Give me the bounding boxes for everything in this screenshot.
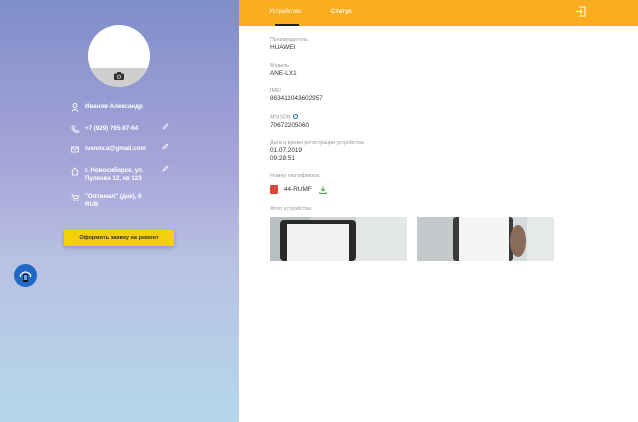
certificate-label: Номер сертификата — [270, 173, 320, 179]
photos-label-wrap: Фото устройства — [270, 206, 311, 213]
imei-value: 863411043602957 — [270, 95, 323, 102]
download-icon[interactable] — [319, 186, 327, 194]
tab-status[interactable]: Статус — [331, 8, 352, 15]
logout-icon[interactable] — [575, 6, 586, 17]
certificate-number[interactable]: 44-RUMF — [284, 186, 312, 193]
user-icon — [71, 103, 79, 112]
app-root: Иванов Александр +7 (929) 765-87-64 ivan… — [0, 0, 638, 422]
profile-shop: "Оптимал" (днк), 6 RUB — [85, 193, 142, 208]
device-photo[interactable] — [270, 217, 407, 261]
phone-icon — [71, 125, 79, 134]
profile-sidebar: Иванов Александр +7 (929) 765-87-64 ivan… — [0, 0, 239, 422]
info-icon[interactable] — [292, 114, 298, 119]
pencil-icon[interactable] — [162, 143, 169, 150]
mail-icon — [71, 146, 79, 153]
photos-label: Фото устройства — [270, 206, 311, 212]
imei-label: IMEI — [270, 88, 281, 94]
registration-time: 09:28:51 — [270, 155, 295, 162]
camera-icon[interactable] — [114, 72, 124, 80]
profile-email: ivanov.a@gmail.com — [85, 145, 146, 152]
registration-label: Дата и время регистрации устройства — [270, 140, 364, 146]
top-nav-bar: Устройство Статус — [239, 0, 638, 26]
profile-address: г. Новосибирск, ул. Пулкова 12, кв 123 — [85, 167, 144, 182]
home-icon — [71, 167, 79, 176]
pencil-icon[interactable] — [162, 165, 169, 172]
msisdn-label-row: MSISDN — [270, 114, 309, 122]
device-photo[interactable] — [417, 217, 554, 261]
registration-date: 01.07.2019 — [270, 147, 302, 154]
avatar-upload-bar[interactable] — [88, 68, 150, 87]
tab-device[interactable]: Устройство — [269, 8, 301, 15]
msisdn-label: MSISDN — [270, 114, 291, 121]
avatar[interactable] — [88, 25, 150, 87]
model-field: Модель ANE-LX1 — [270, 63, 297, 78]
imei-field: IMEI 863411043602957 — [270, 88, 323, 103]
device-photo-image — [417, 217, 554, 261]
registration-field: Дата и время регистрации устройства 01.0… — [270, 140, 364, 163]
support-chat-button[interactable] — [14, 264, 37, 287]
support-icon — [19, 271, 32, 282]
profile-shop-row: "Оптимал" (днк), 6 RUB — [0, 193, 239, 208]
manufacturer-label: Производитель — [270, 37, 308, 43]
model-label: Модель — [270, 63, 290, 69]
device-photo-image — [270, 217, 407, 261]
pencil-icon[interactable] — [162, 123, 169, 130]
manufacturer-field: Производитель HUAWEI — [270, 37, 308, 52]
cart-icon — [71, 194, 79, 201]
profile-email-row: ivanov.a@gmail.com — [0, 143, 239, 159]
profile-name-row: Иванов Александр — [0, 103, 239, 117]
profile-name: Иванов Александр — [85, 103, 143, 110]
profile-phone: +7 (929) 765-87-64 — [85, 125, 139, 132]
pdf-icon[interactable] — [270, 185, 278, 194]
active-tab-indicator — [275, 24, 299, 26]
msisdn-field: MSISDN 70672205060 — [270, 114, 309, 130]
model-value: ANE-LX1 — [270, 70, 297, 77]
msisdn-value: 70672205060 — [270, 121, 310, 129]
profile-phone-row: +7 (929) 765-87-64 — [0, 123, 239, 139]
profile-address-row: г. Новосибирск, ул. Пулкова 12, кв 123 — [0, 165, 239, 182]
manufacturer-value: HUAWEI — [270, 44, 296, 51]
certificate-label-wrap: Номер сертификата — [270, 173, 319, 180]
order-repair-button[interactable]: Оформить заявку на ремонт — [64, 230, 174, 246]
